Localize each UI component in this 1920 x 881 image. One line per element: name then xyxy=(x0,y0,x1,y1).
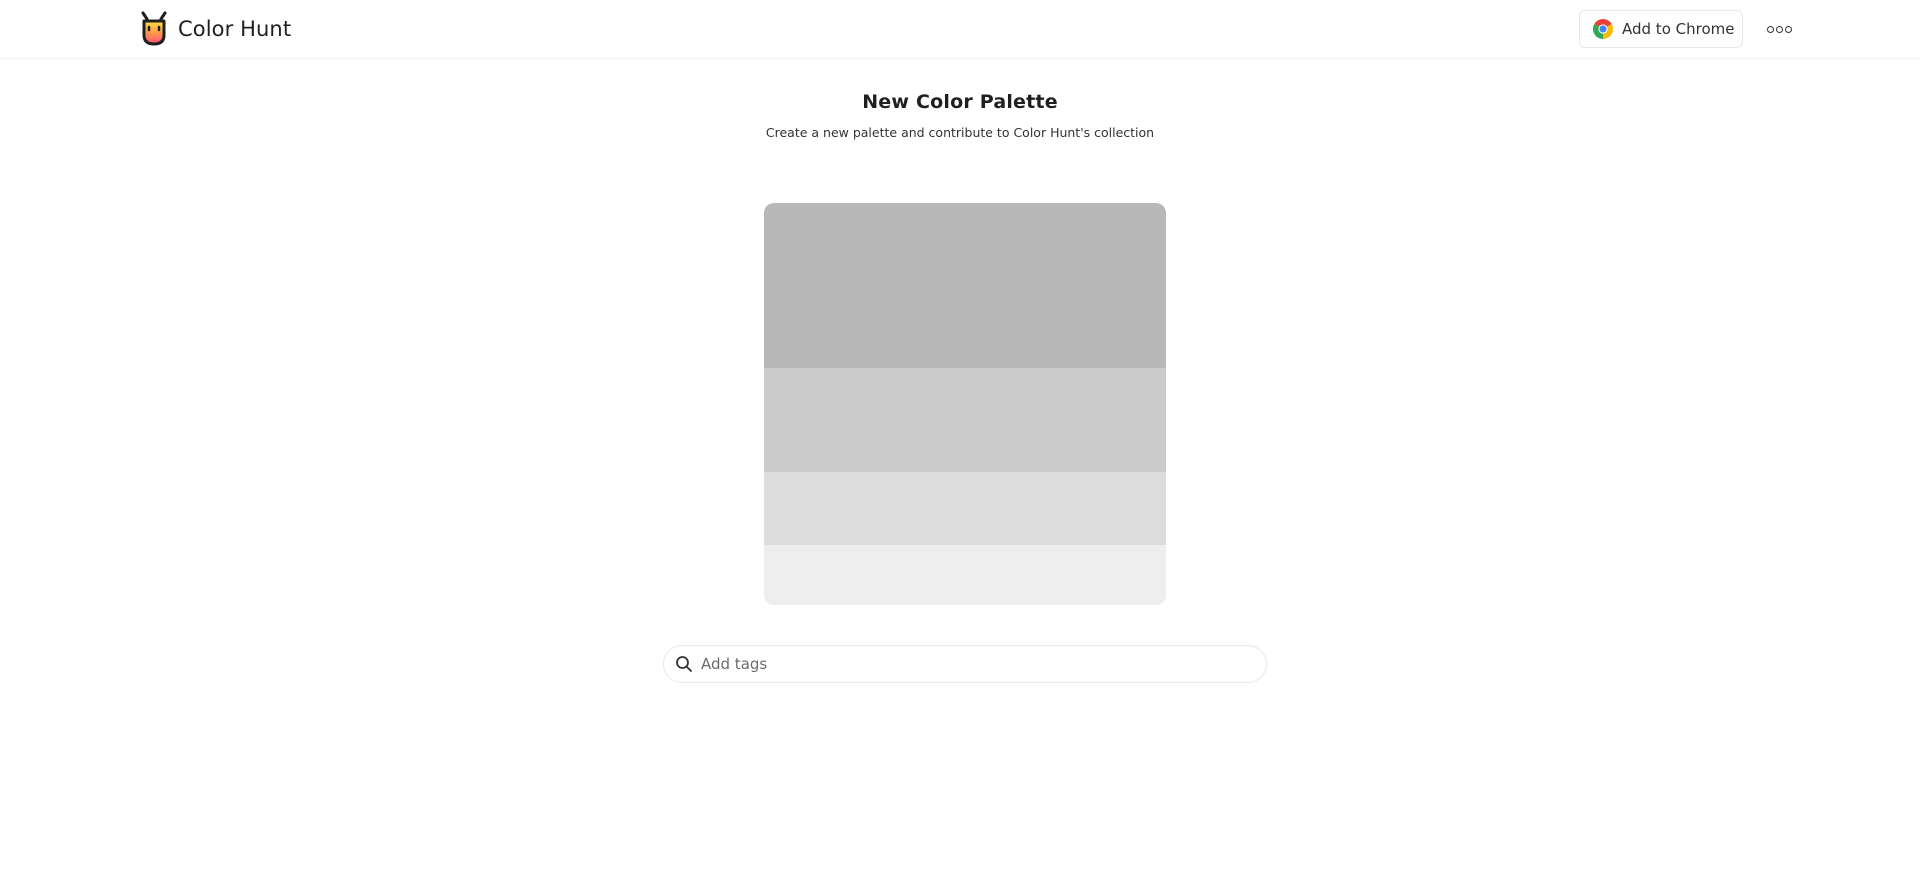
more-horizontal-icon xyxy=(1775,25,1783,33)
brand-name: Color Hunt xyxy=(178,17,292,41)
add-to-chrome-button[interactable]: Add to Chrome xyxy=(1579,10,1743,48)
top-header: Color Hunt Add to Chrome xyxy=(0,0,1920,59)
brand-logo-link[interactable]: Color Hunt xyxy=(139,11,291,47)
palette-swatch-2[interactable] xyxy=(764,368,1166,472)
chrome-icon xyxy=(1593,19,1613,39)
color-hunt-cup-logo-icon xyxy=(141,11,167,46)
more-horizontal-icon xyxy=(1766,25,1774,33)
tags-input[interactable] xyxy=(701,655,1241,673)
palette-swatch-4[interactable] xyxy=(764,545,1166,605)
more-horizontal-icon xyxy=(1784,25,1792,33)
palette-editor xyxy=(764,203,1166,605)
more-menu-button[interactable] xyxy=(1766,19,1792,39)
palette-swatch-1[interactable] xyxy=(764,203,1166,368)
tags-search-box[interactable] xyxy=(663,645,1267,683)
add-to-chrome-label: Add to Chrome xyxy=(1622,20,1735,38)
palette-swatch-3[interactable] xyxy=(764,472,1166,545)
search-icon xyxy=(676,656,692,672)
page-title: New Color Palette xyxy=(862,91,1058,113)
page-subtitle: Create a new palette and contribute to C… xyxy=(765,125,1155,140)
